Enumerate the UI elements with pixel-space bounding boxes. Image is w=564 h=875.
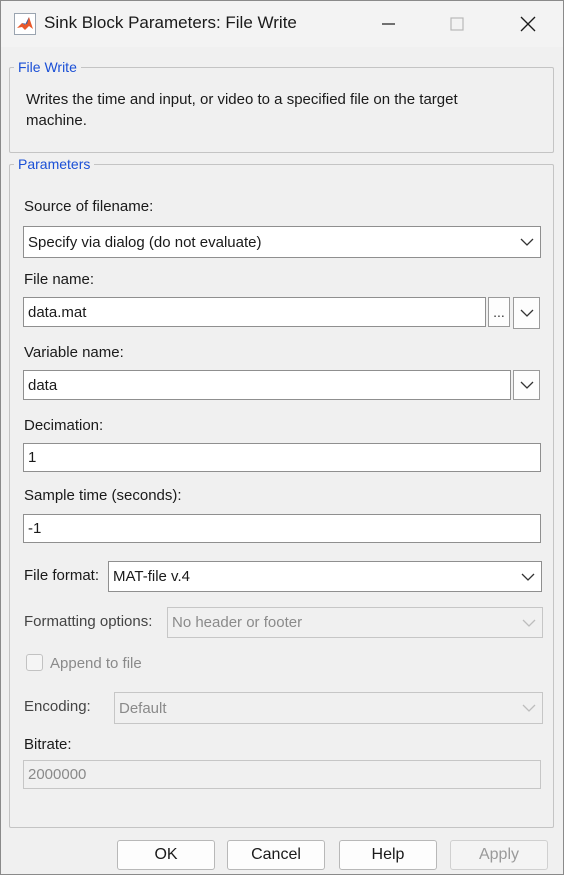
description-group-legend: File Write xyxy=(14,59,81,75)
chevron-down-icon xyxy=(522,619,536,627)
source-of-filename-value: Specify via dialog (do not evaluate) xyxy=(28,233,262,251)
chevron-down-icon xyxy=(522,704,536,712)
encoding-label: Encoding: xyxy=(24,698,91,715)
title-bar[interactable]: Sink Block Parameters: File Write xyxy=(1,1,563,47)
file-name-label: File name: xyxy=(24,271,95,288)
sample-time-input[interactable]: -1 xyxy=(23,514,541,543)
source-of-filename-dropdown[interactable]: Specify via dialog (do not evaluate) xyxy=(23,226,541,258)
file-name-value: data.mat xyxy=(28,303,87,321)
formatting-options-value: No header or footer xyxy=(172,614,303,631)
parameters-group-legend: Parameters xyxy=(14,156,95,172)
variable-name-input[interactable]: data xyxy=(23,370,511,400)
file-name-input[interactable]: data.mat xyxy=(23,297,486,327)
bitrate-label: Bitrate: xyxy=(24,736,72,753)
matlab-icon xyxy=(14,13,36,35)
chevron-down-icon xyxy=(521,573,535,581)
sample-time-label: Sample time (seconds): xyxy=(24,487,182,504)
encoding-dropdown: Default xyxy=(114,692,543,724)
dialog-window: Sink Block Parameters: File Write File W… xyxy=(0,0,564,875)
cancel-button[interactable]: Cancel xyxy=(227,840,325,870)
minimize-button[interactable] xyxy=(365,1,411,47)
variable-name-value: data xyxy=(28,376,58,394)
maximize-button xyxy=(434,1,480,47)
ok-button[interactable]: OK xyxy=(117,840,215,870)
browse-button[interactable]: ... xyxy=(488,297,510,327)
help-button[interactable]: Help xyxy=(339,840,437,870)
file-name-options-button[interactable] xyxy=(513,297,540,329)
source-of-filename-label: Source of filename: xyxy=(24,198,154,215)
block-description: Writes the time and input, or video to a… xyxy=(26,91,458,129)
formatting-options-dropdown: No header or footer xyxy=(167,607,543,638)
chevron-down-icon xyxy=(520,381,533,389)
decimation-value: 1 xyxy=(28,449,37,466)
file-format-value: MAT-file v.4 xyxy=(113,568,190,585)
bitrate-input: 2000000 xyxy=(23,760,541,789)
encoding-value: Default xyxy=(119,699,167,717)
sample-time-value: -1 xyxy=(28,520,42,537)
window-title: Sink Block Parameters: File Write xyxy=(44,13,297,32)
formatting-options-label: Formatting options: xyxy=(24,613,153,630)
browse-button-label: ... xyxy=(493,304,505,320)
append-to-file-label: Append to file xyxy=(50,655,142,672)
decimation-label: Decimation: xyxy=(24,417,104,434)
variable-name-options-button[interactable] xyxy=(513,370,540,400)
close-icon xyxy=(520,16,536,32)
chevron-down-icon xyxy=(520,309,533,317)
apply-button: Apply xyxy=(450,840,548,870)
maximize-icon xyxy=(450,17,464,31)
minimize-icon xyxy=(382,23,395,25)
file-format-label: File format: xyxy=(24,567,100,584)
chevron-down-icon xyxy=(520,238,534,246)
append-to-file-checkbox xyxy=(26,654,43,671)
close-button[interactable] xyxy=(505,1,551,47)
bitrate-value: 2000000 xyxy=(28,766,87,783)
decimation-input[interactable]: 1 xyxy=(23,443,541,472)
variable-name-label: Variable name: xyxy=(24,344,124,361)
file-format-dropdown[interactable]: MAT-file v.4 xyxy=(108,561,542,592)
